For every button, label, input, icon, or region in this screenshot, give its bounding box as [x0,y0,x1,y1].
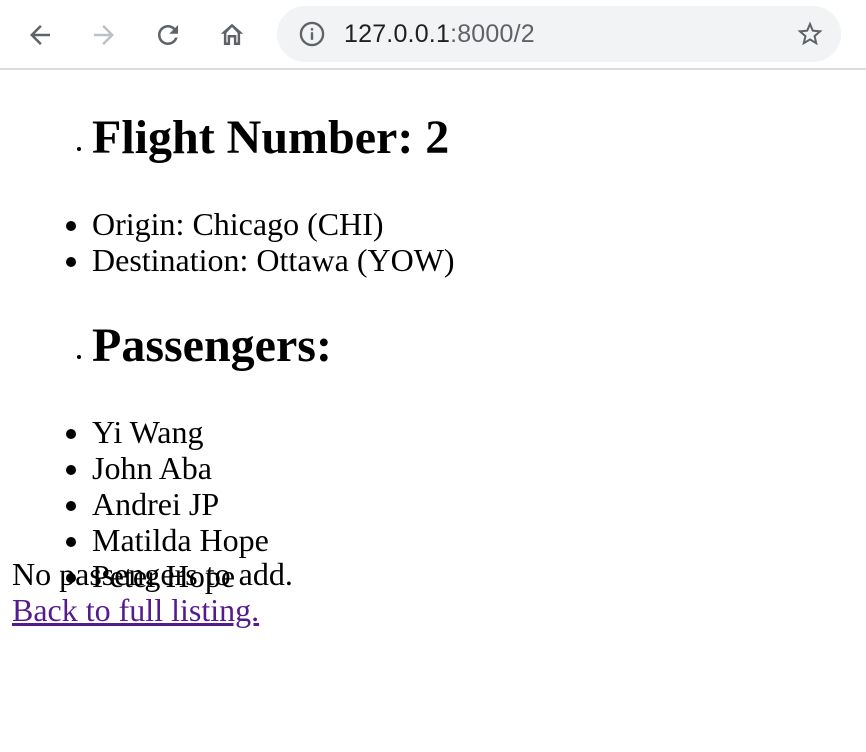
passenger-item: Matilda Hope [92,522,854,558]
flight-origin: Origin: Chicago (CHI) [92,206,854,242]
page-content: Flight Number: 2 Origin: Chicago (CHI) D… [0,110,866,594]
browser-toolbar: 127.0.0.1:8000/2 [0,0,866,70]
info-icon[interactable] [297,19,327,49]
bookmark-star-button[interactable] [795,19,825,49]
info-circle-icon [299,21,325,47]
home-button[interactable] [212,15,252,55]
main-list: Flight Number: 2 [12,110,854,166]
flight-destination: Destination: Ottawa (YOW) [92,242,854,278]
forward-arrow-icon [94,25,114,45]
forward-button[interactable] [84,15,124,55]
url-text[interactable]: 127.0.0.1:8000/2 [344,20,535,48]
back-to-listing-link[interactable]: Back to full listing. [12,592,259,628]
passenger-item: Yi Wang [92,414,854,450]
passenger-item: Andrei JP [92,486,854,522]
home-icon [220,23,244,45]
back-button[interactable] [20,15,60,55]
flight-heading-item: Flight Number: 2 [92,110,854,166]
reload-button[interactable] [148,15,188,55]
no-passengers-message: No passengers to add. [12,556,293,592]
passengers-heading: Passengers: [92,319,332,372]
passengers-heading-item: Passengers: [92,318,854,374]
passengers-heading-list: Passengers: [12,318,854,374]
url-host: 127.0.0.1 [344,20,451,48]
star-icon [797,21,823,46]
flight-details-list: Origin: Chicago (CHI) Destination: Ottaw… [12,206,854,278]
flight-number-heading: Flight Number: 2 [92,111,450,164]
reload-icon [158,25,178,45]
url-path: :8000/2 [450,20,535,48]
back-arrow-icon [30,25,50,45]
passenger-item: John Aba [92,450,854,486]
address-bar[interactable]: 127.0.0.1:8000/2 [277,6,841,62]
